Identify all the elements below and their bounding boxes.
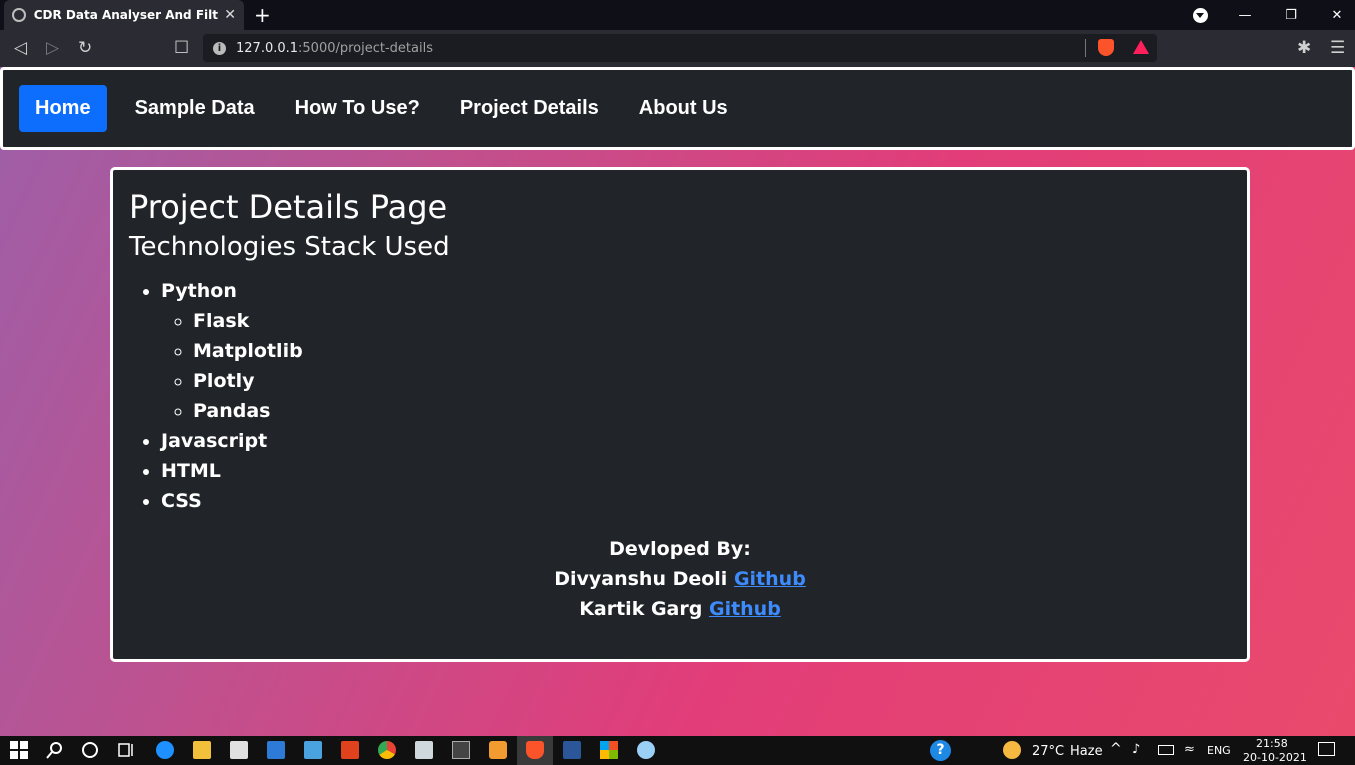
cortana-icon[interactable] [81, 741, 99, 759]
office-icon[interactable] [341, 741, 359, 759]
brave-rewards-icon[interactable] [1133, 40, 1149, 54]
tiles-icon[interactable] [600, 741, 618, 759]
battery-icon[interactable] [1158, 745, 1174, 755]
divider [1085, 39, 1086, 57]
pc-icon[interactable] [304, 741, 322, 759]
mail-icon[interactable] [267, 741, 285, 759]
notepad-icon[interactable] [415, 741, 433, 759]
tab-search-icon[interactable] [1193, 8, 1208, 23]
file-explorer-icon[interactable] [193, 741, 211, 759]
tech-label: Python [161, 280, 237, 302]
clock-time[interactable]: 21:58 [1256, 737, 1288, 750]
volume-icon[interactable]: ♪ [1132, 742, 1140, 757]
globe-icon [12, 8, 26, 22]
page-background: Home Sample Data How To Use? Project Det… [0, 67, 1355, 736]
python-libs-list: Flask Matplotlib Plotly Pandas [161, 306, 1231, 426]
lib-item: Matplotlib [193, 336, 1231, 366]
new-tab-button[interactable]: + [254, 3, 271, 27]
weather-desc: Haze [1070, 744, 1103, 759]
lib-item: Flask [193, 306, 1231, 336]
taskbar: ? 27°C Haze ^ ♪ ≈ ENG 21:58 20-10-2021 [0, 736, 1355, 765]
nav-project-details[interactable]: Project Details [440, 85, 619, 132]
tech-item: HTML [161, 456, 1231, 486]
tech-item-python: Python Flask Matplotlib Plotly Pandas [161, 276, 1231, 426]
store-icon[interactable] [230, 741, 248, 759]
lib-item: Plotly [193, 366, 1231, 396]
browser-toolbar: ◁ ▷ ↻ ☐ i 127.0.0.1 :5000/project-detail… [0, 30, 1355, 67]
brave-icon[interactable] [526, 741, 544, 759]
chevron-up-icon[interactable]: ^ [1110, 741, 1122, 757]
page-title: Project Details Page [129, 188, 448, 226]
site-info-icon[interactable]: i [213, 41, 226, 55]
close-tab-icon[interactable]: ✕ [224, 7, 236, 23]
github-link[interactable]: Github [709, 598, 781, 620]
nav-home[interactable]: Home [19, 85, 107, 132]
tech-list: Python Flask Matplotlib Plotly Pandas Ja… [129, 276, 1231, 516]
task-view-icon[interactable] [117, 741, 135, 759]
credits-heading: Devloped By: [609, 538, 751, 560]
nav-how-to-use[interactable]: How To Use? [275, 85, 440, 132]
help-icon[interactable]: ? [930, 740, 951, 761]
tab-title: CDR Data Analyser And Filteration [33, 8, 219, 22]
weather-temp: 27°C [1032, 744, 1065, 759]
sublime-icon[interactable] [489, 741, 507, 759]
paint-icon[interactable] [637, 741, 655, 759]
tech-item: Javascript [161, 426, 1231, 456]
url-host: 127.0.0.1 [236, 40, 299, 56]
developer-name: Divyanshu Deoli [554, 568, 728, 590]
clock-date[interactable]: 20-10-2021 [1243, 751, 1307, 764]
credits: Devloped By: Divyanshu Deoli Github Kart… [129, 534, 1231, 624]
section-title: Technologies Stack Used [129, 232, 450, 262]
close-window-icon[interactable]: ✕ [1314, 8, 1355, 23]
github-link[interactable]: Github [734, 568, 806, 590]
url-path: :5000/project-details [298, 40, 433, 56]
minimize-icon[interactable]: — [1222, 8, 1268, 23]
project-details-card: Project Details Page Technologies Stack … [110, 167, 1250, 662]
wifi-icon[interactable]: ≈ [1184, 742, 1195, 757]
bookmark-icon[interactable]: ☐ [174, 38, 189, 58]
back-icon[interactable]: ◁ [14, 38, 27, 58]
nav-sample-data[interactable]: Sample Data [115, 85, 275, 132]
forward-icon[interactable]: ▷ [46, 38, 59, 58]
edge-icon[interactable] [156, 741, 174, 759]
language-indicator[interactable]: ENG [1207, 744, 1231, 757]
brave-shields-icon[interactable] [1098, 39, 1114, 56]
navbar: Home Sample Data How To Use? Project Det… [0, 67, 1355, 150]
notifications-icon[interactable] [1318, 742, 1335, 756]
search-icon[interactable] [46, 741, 64, 759]
browser-tabstrip: CDR Data Analyser And Filteration ✕ + — … [0, 0, 1355, 30]
terminal-icon[interactable] [452, 741, 470, 759]
menu-icon[interactable]: ☰ [1330, 38, 1345, 58]
word-icon[interactable] [563, 741, 581, 759]
extensions-icon[interactable]: ✱ [1297, 38, 1311, 58]
developer-row: Divyanshu Deoli Github [129, 564, 1231, 594]
reload-icon[interactable]: ↻ [78, 38, 92, 58]
restore-icon[interactable]: ❐ [1268, 8, 1314, 23]
chrome-icon[interactable] [378, 741, 396, 759]
browser-tab[interactable]: CDR Data Analyser And Filteration ✕ [4, 0, 244, 30]
lib-item: Pandas [193, 396, 1231, 426]
windows-start-icon[interactable] [10, 741, 28, 759]
developer-row: Kartik Garg Github [129, 594, 1231, 624]
developer-name: Kartik Garg [579, 598, 703, 620]
address-bar[interactable]: i 127.0.0.1 :5000/project-details [203, 34, 1157, 62]
weather-icon[interactable] [1003, 741, 1021, 759]
nav-about-us[interactable]: About Us [619, 85, 748, 132]
window-controls: — ❐ ✕ [1222, 0, 1355, 30]
tech-item: CSS [161, 486, 1231, 516]
